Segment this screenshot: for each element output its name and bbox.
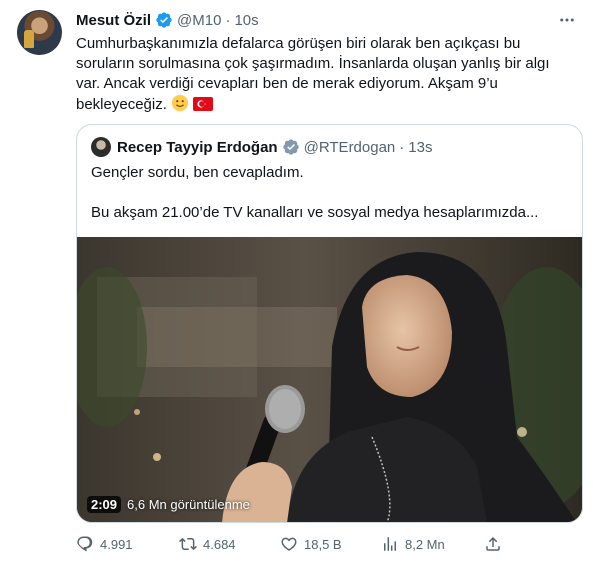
video-thumbnail	[77, 237, 582, 522]
quoted-text-line-1: Gençler sordu, ben cevapladım.	[91, 164, 304, 181]
share-button[interactable]	[484, 535, 502, 553]
verified-badge-icon	[282, 139, 299, 155]
video-player[interactable]: 2:09 6,6 Mn görüntülenme	[77, 237, 582, 522]
retweet-button[interactable]: 4.684	[179, 535, 236, 553]
quoted-tweet[interactable]: Recep Tayyip Erdoğan @RTErdogan · 13s Ge…	[76, 124, 583, 523]
reply-button[interactable]: 4.991	[76, 535, 133, 553]
video-info-badge: 2:09 6,6 Mn görüntülenme	[87, 496, 250, 513]
separator-dot: ·	[225, 11, 231, 29]
views-icon	[384, 537, 396, 551]
reply-count: 4.991	[100, 536, 133, 552]
share-icon	[486, 536, 500, 551]
more-options-icon[interactable]	[555, 8, 579, 32]
author-handle: @M10	[177, 11, 222, 29]
separator-dot: ·	[399, 138, 405, 156]
quoted-tweet-header: Recep Tayyip Erdoğan @RTErdogan · 13s	[91, 137, 432, 157]
avatar[interactable]	[17, 10, 62, 55]
author-name[interactable]: Mesut Özil	[76, 12, 151, 29]
more-options-dots	[560, 18, 574, 22]
like-count: 18,5 B	[304, 536, 342, 552]
reply-icon	[77, 536, 93, 552]
retweet-icon	[179, 537, 197, 551]
retweet-count: 4.684	[203, 536, 236, 552]
quoted-text-line-2: Bu akşam 21.00’de TV kanalları ve sosyal…	[91, 204, 539, 221]
tweet-actions-bar: 4.991 4.684 18,5 B 8,2 Mn	[76, 534, 506, 554]
video-view-count: 6,6 Mn görüntülenme	[127, 497, 250, 512]
verified-badge-icon	[156, 12, 172, 28]
tweet-card[interactable]: Mesut Özil @M10 · 10s Cumhurbaşkanımızla…	[0, 0, 593, 566]
turkey-flag-icon	[193, 97, 214, 111]
like-button[interactable]: 18,5 B	[280, 535, 342, 553]
views-button[interactable]: 8,2 Mn	[381, 535, 445, 553]
quoted-author-name: Recep Tayyip Erdoğan	[117, 138, 278, 156]
views-count: 8,2 Mn	[405, 536, 445, 552]
quoted-tweet-time: 13s	[408, 138, 433, 156]
video-duration: 2:09	[87, 496, 122, 513]
tweet-header: Mesut Özil @M10 · 10s	[76, 10, 259, 30]
tweet-time[interactable]: 10s	[234, 12, 258, 29]
tweet-text-content: Cumhurbaşkanımızla defalarca görüşen bir…	[76, 35, 550, 113]
quoted-avatar	[91, 137, 111, 157]
trophy-shape	[24, 30, 34, 48]
like-icon	[281, 537, 297, 551]
slightly-smiling-face-icon	[171, 94, 189, 112]
tweet-text: Cumhurbaşkanımızla defalarca görüşen bir…	[76, 34, 576, 115]
quoted-tweet-text: Gençler sordu, ben cevapladım. Bu akşam …	[91, 163, 571, 223]
quoted-author-handle: @RTErdogan	[303, 138, 396, 156]
